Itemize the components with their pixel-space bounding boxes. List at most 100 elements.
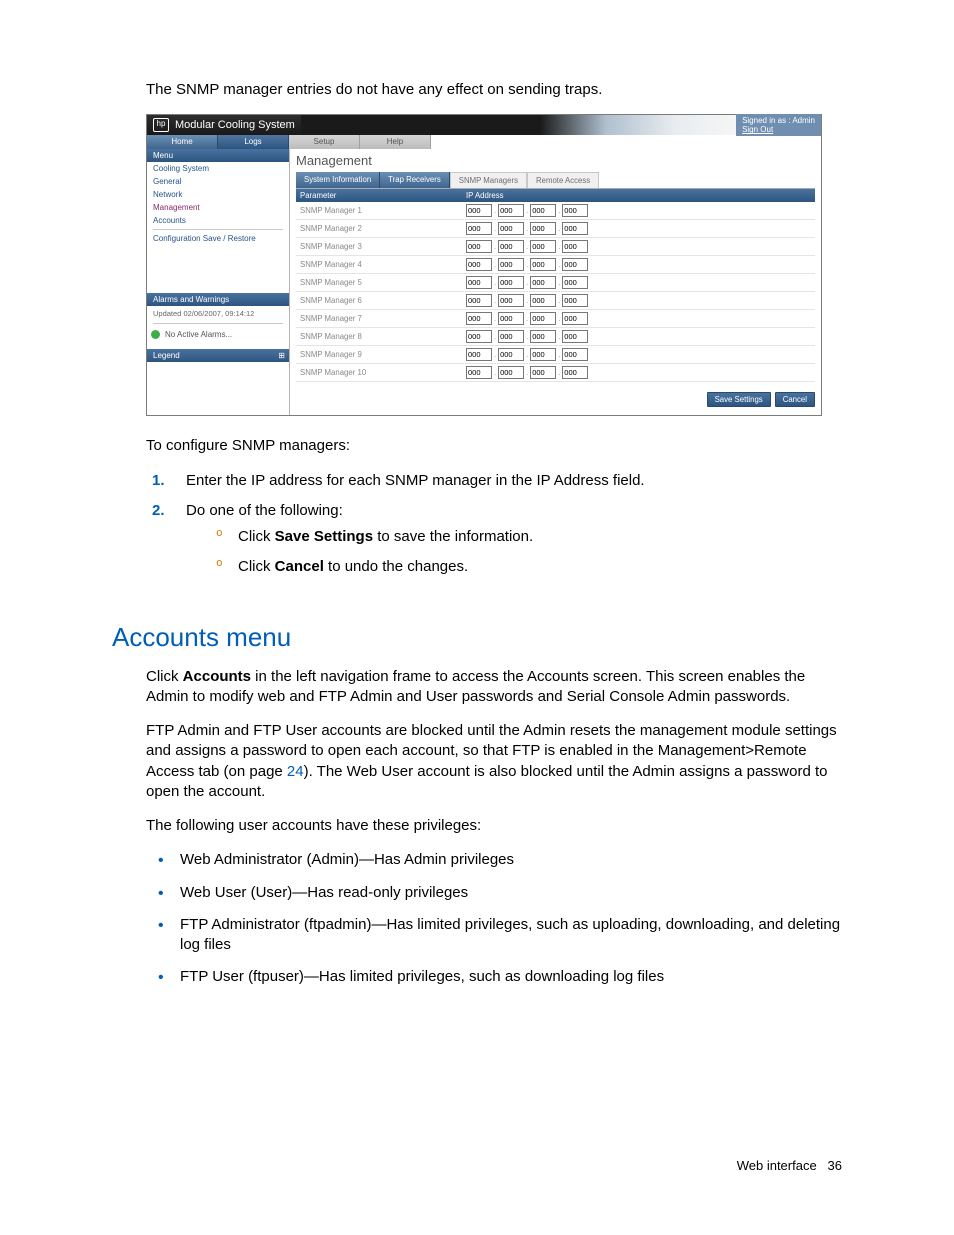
ip-octet-input[interactable] [562,222,588,235]
ip-octet-input[interactable] [466,258,492,271]
sidebar-item-management[interactable]: Management [147,201,289,214]
sidebar-item-general[interactable]: General [147,175,289,188]
step-2a-post: to save the information. [373,528,533,545]
ip-octet-input[interactable] [530,294,556,307]
ip-octet-input[interactable] [562,366,588,379]
ip-octet-input[interactable] [498,240,524,253]
ip-octet-input[interactable] [498,348,524,361]
accounts-para-2: FTP Admin and FTP User accounts are bloc… [146,721,842,802]
ip-octet-input[interactable] [466,294,492,307]
step-2b-pre: Click [238,558,275,575]
priv-web-admin: Web Administrator (Admin)—Has Admin priv… [180,850,842,882]
privileges-list: Web Administrator (Admin)—Has Admin priv… [180,850,842,999]
tab-remote-access[interactable]: Remote Access [527,172,599,188]
ip-octet-input[interactable] [466,312,492,325]
ip-octet-input[interactable] [562,348,588,361]
step-2b: Click Cancel to undo the changes. [216,557,842,587]
main-title: Management [296,153,815,168]
sign-out-link[interactable]: Sign Out [742,125,815,134]
tab-home[interactable]: Home [147,135,218,149]
ip-octet-input[interactable] [498,276,524,289]
save-settings-button[interactable]: Save Settings [707,392,771,407]
accounts-para-1: Click Accounts in the left navigation fr… [146,667,842,708]
snmp-rows: SNMP Manager 1...SNMP Manager 2...SNMP M… [296,202,815,382]
ip-octet-input[interactable] [498,294,524,307]
ip-octet-input[interactable] [498,312,524,325]
snmp-row-label: SNMP Manager 1 [296,206,462,215]
snmp-row-ip: ... [462,348,815,361]
ip-dot: . [494,242,496,251]
snmp-row-label: SNMP Manager 2 [296,224,462,233]
shot-titlebar: hp Modular Cooling System Signed in as :… [147,115,821,135]
ip-octet-input[interactable] [498,222,524,235]
ip-octet-input[interactable] [562,204,588,217]
ip-octet-input[interactable] [466,348,492,361]
ip-dot: . [558,206,560,215]
step-2-text: Do one of the following: [186,502,343,519]
ip-octet-input[interactable] [530,348,556,361]
ip-octet-input[interactable] [498,204,524,217]
tab-trap-receivers[interactable]: Trap Receivers [380,172,450,188]
tab-snmp-managers[interactable]: SNMP Managers [450,172,527,188]
sidebar-item-cooling-system[interactable]: Cooling System [147,162,289,175]
step-2b-post: to undo the changes. [324,558,468,575]
ip-dot: . [494,350,496,359]
ip-dot: . [558,314,560,323]
shot-body: Menu Cooling System General Network Mana… [147,149,821,415]
ip-octet-input[interactable] [562,312,588,325]
ip-dot: . [558,278,560,287]
snmp-row-ip: ... [462,330,815,343]
ip-octet-input[interactable] [498,366,524,379]
ip-octet-input[interactable] [498,258,524,271]
ip-octet-input[interactable] [562,276,588,289]
snmp-row-ip: ... [462,312,815,325]
ip-octet-input[interactable] [466,240,492,253]
ip-octet-input[interactable] [562,258,588,271]
snmp-row: SNMP Manager 1... [296,202,815,220]
tab-logs[interactable]: Logs [218,135,289,149]
ip-dot: . [494,332,496,341]
shot-header-bg [301,115,736,135]
sidebar-item-network[interactable]: Network [147,188,289,201]
intro-line: The SNMP manager entries do not have any… [146,80,842,100]
snmp-row-ip: ... [462,240,815,253]
ip-dot: . [526,350,528,359]
sidebar-menu-header: Menu [147,149,289,162]
ip-octet-input[interactable] [562,330,588,343]
tab-system-information[interactable]: System Information [296,172,380,188]
accounts-para-1-bold: Accounts [183,668,251,685]
snmp-row: SNMP Manager 4... [296,256,815,274]
ip-octet-input[interactable] [466,276,492,289]
ip-octet-input[interactable] [530,366,556,379]
col-parameter: Parameter [296,189,462,202]
ip-octet-input[interactable] [562,294,588,307]
priv-web-admin-text: Web Administrator (Admin)—Has Admin priv… [180,851,514,868]
sidebar-legend-header[interactable]: Legend [147,349,289,362]
ip-octet-input[interactable] [530,222,556,235]
ip-octet-input[interactable] [530,276,556,289]
sidebar-item-config-save-restore[interactable]: Configuration Save / Restore [147,232,289,245]
ip-octet-input[interactable] [530,240,556,253]
ip-octet-input[interactable] [530,258,556,271]
snmp-row: SNMP Manager 5... [296,274,815,292]
ip-dot: . [526,260,528,269]
snmp-row-label: SNMP Manager 10 [296,368,462,377]
page-24-link[interactable]: 24 [287,763,304,780]
ip-octet-input[interactable] [530,312,556,325]
ip-octet-input[interactable] [530,330,556,343]
cancel-button[interactable]: Cancel [775,392,815,407]
ip-octet-input[interactable] [498,330,524,343]
ip-octet-input[interactable] [530,204,556,217]
step-1: Enter the IP address for each SNMP manag… [152,471,842,501]
ip-octet-input[interactable] [466,366,492,379]
ip-octet-input[interactable] [562,240,588,253]
sidebar-item-accounts[interactable]: Accounts [147,214,289,227]
snmp-row-label: SNMP Manager 7 [296,314,462,323]
ip-octet-input[interactable] [466,330,492,343]
tab-setup[interactable]: Setup [289,135,360,149]
ip-octet-input[interactable] [466,204,492,217]
accounts-para-3: The following user accounts have these p… [146,816,842,836]
ip-octet-input[interactable] [466,222,492,235]
ip-dot: . [494,206,496,215]
tab-help[interactable]: Help [360,135,431,149]
